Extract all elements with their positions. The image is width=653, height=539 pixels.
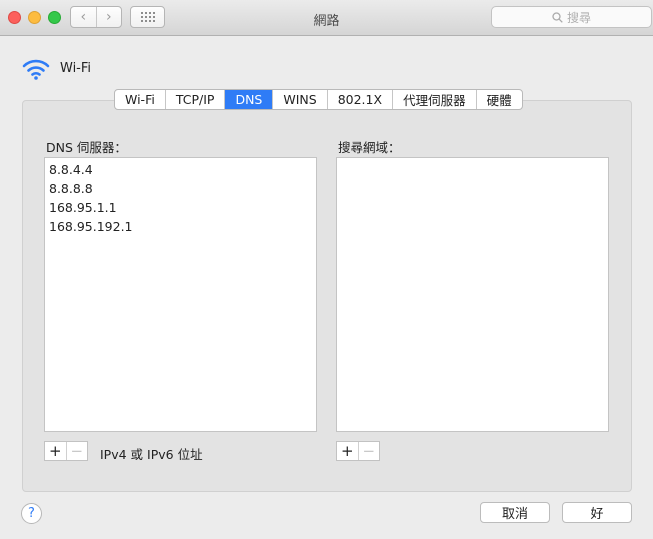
wifi-icon [22,59,50,80]
remove-dns-server-button[interactable]: − [65,442,88,460]
search-input[interactable]: 搜尋 [491,6,652,28]
title-bar: ‹ › 網路 搜尋 [0,0,653,36]
dns-servers-add-remove: + − [44,441,88,461]
interface-name: Wi-Fi [60,61,92,76]
search-domains-list[interactable] [336,157,609,432]
tab-dns[interactable]: DNS [224,90,273,109]
tab-wifi[interactable]: Wi-Fi [115,90,165,109]
search-icon [552,11,563,23]
search-domains-label: 搜尋網域： [338,140,401,155]
ok-button[interactable]: 好 [562,502,632,523]
add-search-domain-button[interactable]: + [337,442,358,460]
address-hint: IPv4 或 IPv6 位址 [100,447,203,462]
list-item[interactable]: 8.8.4.4 [45,160,316,179]
tab-tcpip[interactable]: TCP/IP [164,90,225,109]
help-button[interactable]: ? [21,503,42,524]
dns-servers-list[interactable]: 8.8.4.4 8.8.8.8 168.95.1.1 168.95.192.1 [44,157,317,432]
list-item[interactable]: 168.95.192.1 [45,217,316,236]
list-item[interactable]: 8.8.8.8 [45,179,316,198]
search-domains-add-remove: + − [336,441,380,461]
tab-8021x[interactable]: 802.1X [326,90,392,109]
dns-servers-label: DNS 伺服器： [46,140,127,155]
cancel-button[interactable]: 取消 [480,502,550,523]
add-dns-server-button[interactable]: + [45,442,66,460]
tab-bar: Wi-Fi TCP/IP DNS WINS 802.1X 代理伺服器 硬體 [114,89,523,110]
tab-wins[interactable]: WINS [272,90,326,109]
tab-proxies[interactable]: 代理伺服器 [392,90,476,109]
tab-hardware[interactable]: 硬體 [475,90,522,109]
list-item[interactable]: 168.95.1.1 [45,198,316,217]
search-placeholder: 搜尋 [566,10,591,25]
remove-search-domain-button[interactable]: − [357,442,380,460]
